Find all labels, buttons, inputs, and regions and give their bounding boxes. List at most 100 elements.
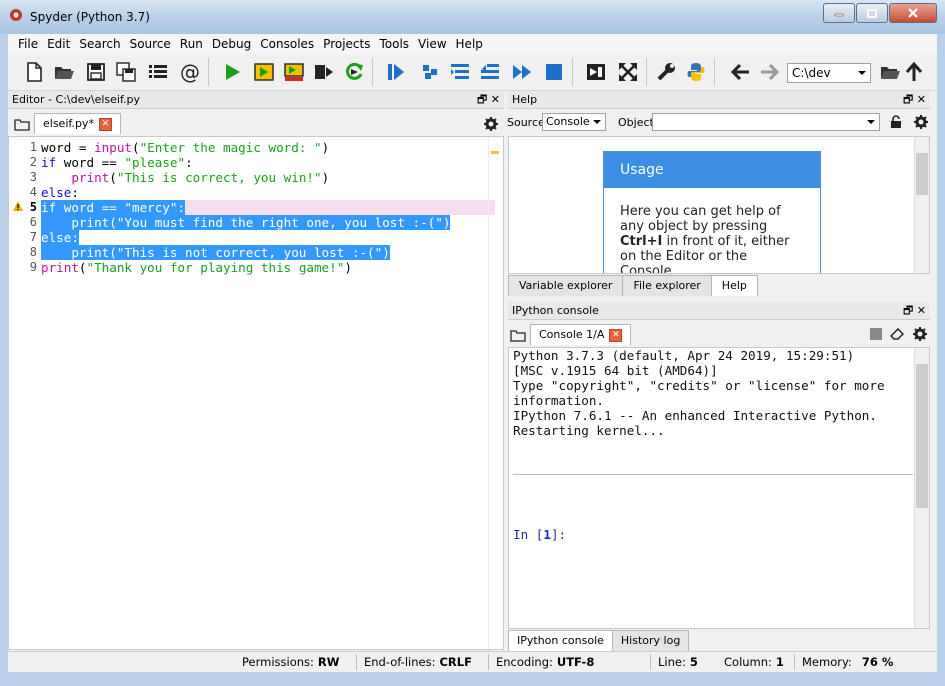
undock-icon[interactable]: 🗗 <box>903 93 913 106</box>
gear-icon[interactable] <box>914 115 928 129</box>
tab-variable-explorer[interactable]: Variable explorer <box>508 275 624 296</box>
symbol-finder-button[interactable]: @ <box>178 60 202 84</box>
gear-icon[interactable] <box>913 327 927 341</box>
menu-tools[interactable]: Tools <box>379 37 409 51</box>
debug-button[interactable] <box>384 60 408 84</box>
window-frame-bottom <box>0 671 945 686</box>
console-pane-title-text: IPython console <box>512 304 599 317</box>
file-switcher-button[interactable] <box>146 60 170 84</box>
warning-icon[interactable] <box>12 200 24 212</box>
line-number: 4 <box>29 185 37 199</box>
step-into-button[interactable] <box>448 60 472 84</box>
new-file-button[interactable] <box>22 60 46 84</box>
close-pane-icon[interactable]: ✕ <box>491 93 500 106</box>
scrollbar-thumb[interactable] <box>916 153 928 195</box>
undock-icon[interactable]: 🗗 <box>477 93 487 106</box>
menu-source[interactable]: Source <box>130 37 171 51</box>
list-icon <box>149 65 167 78</box>
menu-projects[interactable]: Projects <box>323 37 370 51</box>
stop-icon <box>546 64 562 80</box>
eraser-icon[interactable] <box>890 328 904 340</box>
python-icon <box>687 63 705 81</box>
working-directory-combo[interactable]: C:\dev <box>787 63 871 83</box>
help-pane-title-text: Help <box>512 93 538 106</box>
menu-run[interactable]: Run <box>180 37 203 51</box>
console-tab-1a[interactable]: Console 1/A ✕ <box>530 324 632 345</box>
gear-icon[interactable] <box>484 117 498 131</box>
editor-pane-controls: 🗗 ✕ <box>477 91 500 109</box>
fullscreen-icon <box>619 63 637 81</box>
back-button[interactable] <box>728 60 752 84</box>
maximize-pane-button[interactable] <box>584 60 608 84</box>
status-memory: Memory: 76 % <box>802 655 894 669</box>
save-icon <box>87 63 105 81</box>
console-prompt[interactable]: In [1]: <box>513 527 566 542</box>
ipython-console[interactable]: Python 3.7.3 (default, Apr 24 2019, 15:2… <box>508 347 930 629</box>
menu-help[interactable]: Help <box>456 37 483 51</box>
stop-icon[interactable] <box>870 328 882 340</box>
menu-consoles[interactable]: Consoles <box>260 37 314 51</box>
close-button[interactable] <box>889 3 937 23</box>
save-button[interactable] <box>84 60 108 84</box>
close-pane-icon[interactable]: ✕ <box>917 93 926 106</box>
python-path-button[interactable] <box>684 60 708 84</box>
fullscreen-button[interactable] <box>616 60 640 84</box>
tab-file-explorer[interactable]: File explorer <box>622 275 712 296</box>
menu-bar: File Edit Search Source Run Debug Consol… <box>8 34 937 54</box>
run-file-button[interactable] <box>220 60 244 84</box>
tab-help[interactable]: Help <box>710 275 758 296</box>
help-scrollbar[interactable] <box>914 137 929 273</box>
run-cell-button[interactable] <box>252 60 276 84</box>
editor-scrollbar[interactable] <box>488 137 503 649</box>
line-number: 9 <box>29 260 37 274</box>
menu-search[interactable]: Search <box>79 37 120 51</box>
browse-tabs-icon[interactable] <box>510 328 526 342</box>
close-tab-icon[interactable]: ✕ <box>609 328 623 342</box>
title-bar[interactable]: Spyder (Python 3.7) <box>0 0 945 34</box>
menu-file[interactable]: File <box>18 37 38 51</box>
arrow-left-icon <box>730 63 749 81</box>
help-bottom-tabs: Variable explorer File explorer Help <box>508 275 758 296</box>
rerun-button[interactable] <box>342 60 366 84</box>
code-line-selected: print("This is not correct, you lost :-(… <box>41 245 390 260</box>
console-scrollbar[interactable] <box>914 348 929 628</box>
folder-open-icon <box>881 67 900 79</box>
preferences-button[interactable] <box>654 60 678 84</box>
undock-icon[interactable]: 🗗 <box>903 304 913 317</box>
editor-tab-elseif[interactable]: elseif.py* ✕ <box>34 113 121 134</box>
close-tab-icon[interactable]: ✕ <box>98 117 112 131</box>
continue-button[interactable] <box>510 60 534 84</box>
tab-history-log[interactable]: History log <box>611 630 690 651</box>
save-all-button[interactable] <box>114 60 138 84</box>
console-tabs: Console 1/A ✕ <box>530 324 632 345</box>
parent-directory-button[interactable] <box>902 60 926 84</box>
open-file-button[interactable] <box>52 60 76 84</box>
code-editor[interactable]: 1 2 3 4 5 6 7 8 9 word = input("Enter th… <box>8 136 504 650</box>
chevron-down-icon <box>867 120 875 124</box>
stop-debug-button[interactable] <box>542 60 566 84</box>
run-selection-button[interactable] <box>312 60 336 84</box>
browse-tabs-icon[interactable] <box>14 117 30 131</box>
help-object-combo[interactable] <box>652 113 880 131</box>
maximize-button[interactable] <box>856 3 888 23</box>
tab-ipython-console[interactable]: IPython console <box>508 630 613 651</box>
forward-button[interactable] <box>758 60 782 84</box>
browse-directory-button[interactable] <box>878 60 902 84</box>
minimize-button[interactable] <box>823 3 855 23</box>
menu-view[interactable]: View <box>418 37 446 51</box>
step-button[interactable] <box>418 60 442 84</box>
code-line: print("Thank you for playing this game!"… <box>41 260 352 275</box>
close-pane-icon[interactable]: ✕ <box>917 304 926 317</box>
run-cell-advance-button[interactable] <box>282 60 306 84</box>
help-source-combo[interactable]: Console <box>542 113 606 131</box>
lock-icon[interactable] <box>890 115 902 129</box>
line-number: 8 <box>29 245 37 259</box>
console-pane-controls: 🗗 ✕ <box>903 302 926 320</box>
scrollbar-thumb[interactable] <box>916 364 928 508</box>
menu-edit[interactable]: Edit <box>47 37 70 51</box>
save-all-icon <box>116 62 136 82</box>
line-number: 3 <box>29 170 37 184</box>
step-return-button[interactable] <box>478 60 502 84</box>
status-column: Column: 1 <box>724 655 784 669</box>
menu-debug[interactable]: Debug <box>212 37 251 51</box>
